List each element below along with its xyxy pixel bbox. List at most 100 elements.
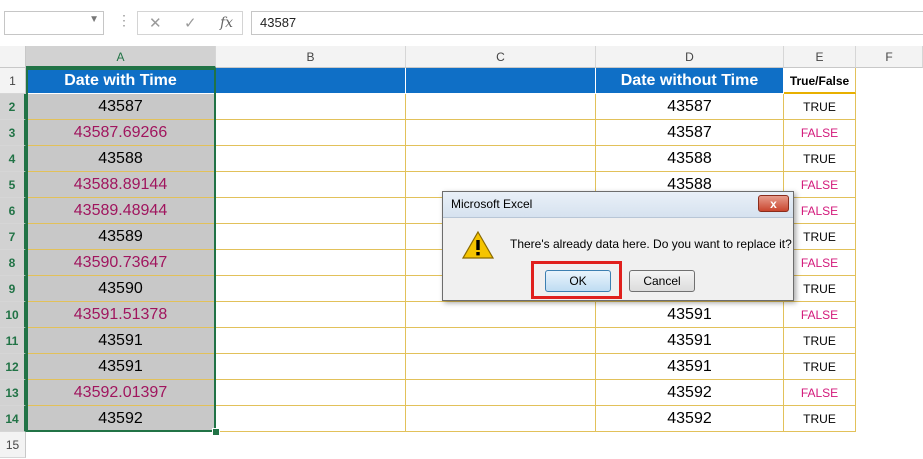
cell-c12[interactable]: [406, 354, 596, 380]
cell-e12[interactable]: TRUE: [784, 354, 856, 380]
formula-input[interactable]: 43587: [251, 11, 923, 35]
cell-a11[interactable]: 43591: [26, 328, 216, 354]
row-header-7[interactable]: 7: [0, 224, 26, 250]
cell-b13[interactable]: [216, 380, 406, 406]
cell-b9[interactable]: [216, 276, 406, 302]
row-header-9[interactable]: 9: [0, 276, 26, 302]
cell-d14[interactable]: 43592: [596, 406, 784, 432]
cell-c14[interactable]: [406, 406, 596, 432]
cell-c10[interactable]: [406, 302, 596, 328]
cell-c3[interactable]: [406, 120, 596, 146]
cell-b11[interactable]: [216, 328, 406, 354]
cell-a3[interactable]: 43587.69266: [26, 120, 216, 146]
cell-d4[interactable]: 43588: [596, 146, 784, 172]
cell-a8[interactable]: 43590.73647: [26, 250, 216, 276]
cell-d13[interactable]: 43592: [596, 380, 784, 406]
cell-d12[interactable]: 43591: [596, 354, 784, 380]
cell-b2[interactable]: [216, 94, 406, 120]
cancel-button[interactable]: Cancel: [629, 270, 695, 292]
row-header-4[interactable]: 4: [0, 146, 26, 172]
more-icon: ⋮: [117, 12, 131, 28]
formula-bar: ▼ ⋮ ✕ ✓ fx 43587: [0, 0, 923, 46]
column-header-a[interactable]: A: [26, 46, 216, 68]
cell-c11[interactable]: [406, 328, 596, 354]
cell-c4[interactable]: [406, 146, 596, 172]
cell-a12[interactable]: 43591: [26, 354, 216, 380]
enter-icon[interactable]: ✓: [184, 14, 197, 32]
cell-d11[interactable]: 43591: [596, 328, 784, 354]
cell-b4[interactable]: [216, 146, 406, 172]
row-header-14[interactable]: 14: [0, 406, 26, 432]
cell-c13[interactable]: [406, 380, 596, 406]
dialog-title: Microsoft Excel: [451, 197, 533, 211]
column-header-b[interactable]: B: [216, 46, 406, 68]
row-header-2[interactable]: 2: [0, 94, 26, 120]
cell-c2[interactable]: [406, 94, 596, 120]
cell-e3[interactable]: FALSE: [784, 120, 856, 146]
cell-b7[interactable]: [216, 224, 406, 250]
cell-e13[interactable]: FALSE: [784, 380, 856, 406]
select-all-corner[interactable]: [0, 46, 26, 68]
cancel-icon[interactable]: ✕: [149, 14, 162, 32]
cell-a6[interactable]: 43589.48944: [26, 198, 216, 224]
row-header-12[interactable]: 12: [0, 354, 26, 380]
column-header-f[interactable]: F: [856, 46, 923, 68]
cell-e10[interactable]: FALSE: [784, 302, 856, 328]
row-header-1[interactable]: 1: [0, 68, 26, 94]
warning-icon: [462, 230, 494, 259]
chevron-down-icon[interactable]: ▼: [89, 14, 99, 25]
header-cell-b[interactable]: [216, 68, 406, 94]
cell-a9[interactable]: 43590: [26, 276, 216, 302]
cell-e4[interactable]: TRUE: [784, 146, 856, 172]
cell-e8[interactable]: FALSE: [784, 250, 856, 276]
cell-e11[interactable]: TRUE: [784, 328, 856, 354]
cell-b5[interactable]: [216, 172, 406, 198]
cell-b8[interactable]: [216, 250, 406, 276]
header-cell-c[interactable]: [406, 68, 596, 94]
cell-a4[interactable]: 43588: [26, 146, 216, 172]
insert-function-icon[interactable]: fx: [220, 15, 233, 31]
column-header-d[interactable]: D: [596, 46, 784, 68]
cell-e14[interactable]: TRUE: [784, 406, 856, 432]
replace-data-dialog: Microsoft Excel x There's already data h…: [442, 191, 794, 301]
cell-a2[interactable]: 43587: [26, 94, 216, 120]
cell-a7[interactable]: 43589: [26, 224, 216, 250]
cell-b6[interactable]: [216, 198, 406, 224]
cell-b14[interactable]: [216, 406, 406, 432]
cell-d3[interactable]: 43587: [596, 120, 784, 146]
cell-e9[interactable]: TRUE: [784, 276, 856, 302]
cell-e5[interactable]: FALSE: [784, 172, 856, 198]
row-header-11[interactable]: 11: [0, 328, 26, 354]
fill-handle[interactable]: [212, 428, 220, 436]
cell-e6[interactable]: FALSE: [784, 198, 856, 224]
ok-button[interactable]: OK: [545, 270, 611, 292]
header-cell-d[interactable]: Date without Time: [596, 68, 784, 94]
cell-a13[interactable]: 43592.01397: [26, 380, 216, 406]
cell-e7[interactable]: TRUE: [784, 224, 856, 250]
formula-buttons: ✕ ✓ fx: [137, 11, 243, 35]
name-box[interactable]: ▼: [4, 11, 104, 35]
column-header-c[interactable]: C: [406, 46, 596, 68]
cell-d2[interactable]: 43587: [596, 94, 784, 120]
row-header-8[interactable]: 8: [0, 250, 26, 276]
row-header-6[interactable]: 6: [0, 198, 26, 224]
row-header-10[interactable]: 10: [0, 302, 26, 328]
row-header-3[interactable]: 3: [0, 120, 26, 146]
header-cell-e[interactable]: True/False: [784, 68, 856, 94]
dialog-titlebar: Microsoft Excel x: [443, 192, 793, 218]
column-header-e[interactable]: E: [784, 46, 856, 68]
row-header-15[interactable]: 15: [0, 432, 26, 458]
close-button[interactable]: x: [758, 195, 789, 212]
row-header-5[interactable]: 5: [0, 172, 26, 198]
dialog-message: There's already data here. Do you want t…: [510, 237, 792, 251]
cell-d10[interactable]: 43591: [596, 302, 784, 328]
cell-a10[interactable]: 43591.51378: [26, 302, 216, 328]
header-cell-a[interactable]: Date with Time: [26, 68, 216, 94]
cell-e2[interactable]: TRUE: [784, 94, 856, 120]
cell-b3[interactable]: [216, 120, 406, 146]
cell-a5[interactable]: 43588.89144: [26, 172, 216, 198]
cell-b12[interactable]: [216, 354, 406, 380]
cell-a14[interactable]: 43592: [26, 406, 216, 432]
cell-b10[interactable]: [216, 302, 406, 328]
row-header-13[interactable]: 13: [0, 380, 26, 406]
